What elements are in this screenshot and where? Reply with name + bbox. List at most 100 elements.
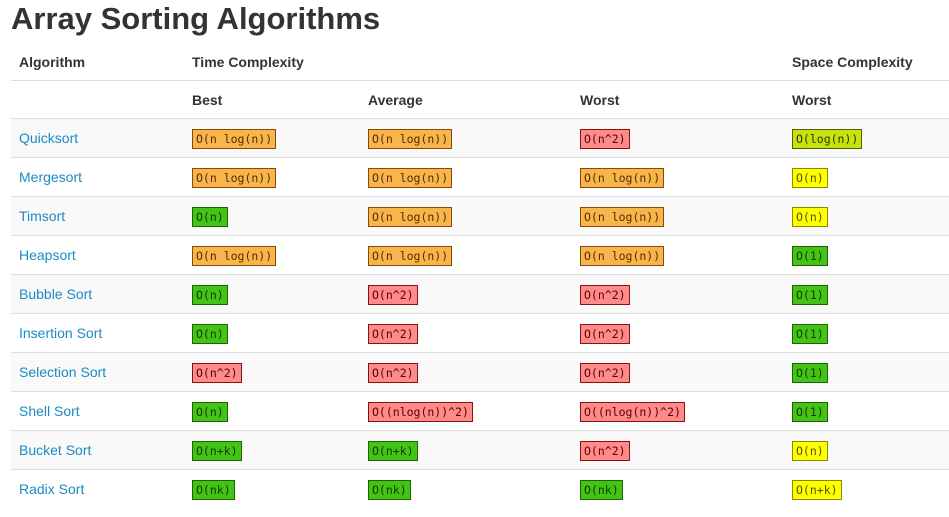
complexity-badge-worst: O(n^2) [580, 362, 630, 383]
complexity-badge-space: O(1) [792, 362, 828, 383]
algorithm-cell: Heapsort [11, 235, 184, 275]
table-row: Insertion Sort O(n) O(n^2) O(n^2) O(1) [11, 313, 949, 353]
space-cell: O(1) [784, 352, 949, 392]
header-time-complexity: Time Complexity [184, 43, 360, 81]
worst-cell: O((nlog(n))^2) [572, 391, 784, 431]
complexity-badge-average: O(nk) [368, 479, 411, 500]
complexity-badge-worst: O(n^2) [580, 284, 630, 305]
complexity-badge-best: O(nk) [192, 479, 235, 500]
average-cell: O(nk) [360, 469, 572, 508]
complexity-badge-average: O((nlog(n))^2) [368, 401, 473, 422]
complexity-badge-average: O(n^2) [368, 362, 418, 383]
space-cell: O(n+k) [784, 469, 949, 508]
complexity-badge-average: O(n log(n)) [368, 128, 453, 149]
complexity-badge-average: O(n log(n)) [368, 245, 453, 266]
average-cell: O(n log(n)) [360, 235, 572, 275]
complexity-badge-average: O(n+k) [368, 440, 418, 461]
best-cell: O(n) [184, 274, 360, 314]
complexity-badge-best: O(n+k) [192, 440, 242, 461]
worst-cell: O(n log(n)) [572, 235, 784, 275]
table-row: Mergesort O(n log(n)) O(n log(n)) O(n log(n… [11, 157, 949, 197]
algorithm-cell: Shell Sort [11, 391, 184, 431]
space-cell: O(n) [784, 196, 949, 236]
algorithm-link[interactable]: Insertion Sort [19, 325, 102, 341]
complexity-badge-best: O(n log(n)) [192, 128, 277, 149]
complexity-badge-average: O(n log(n)) [368, 167, 453, 188]
complexity-badge-space: O(1) [792, 401, 828, 422]
algorithm-link[interactable]: Bubble Sort [19, 286, 92, 302]
page-title: Array Sorting Algorithms [11, 1, 381, 36]
worst-cell: O(n^2) [572, 118, 784, 158]
worst-cell: O(n^2) [572, 352, 784, 392]
space-cell: O(n) [784, 157, 949, 197]
average-cell: O(n^2) [360, 274, 572, 314]
space-cell: O(1) [784, 313, 949, 353]
header-algorithm: Algorithm [11, 43, 184, 81]
best-cell: O(n) [184, 391, 360, 431]
algorithm-link[interactable]: Quicksort [19, 130, 78, 146]
algorithm-link[interactable]: Radix Sort [19, 481, 84, 497]
header-row-primary: Algorithm Time Complexity Space Complexi… [11, 43, 949, 81]
header-best: Best [184, 80, 360, 119]
worst-cell: O(n log(n)) [572, 157, 784, 197]
average-cell: O(n^2) [360, 352, 572, 392]
algorithm-link[interactable]: Bucket Sort [19, 442, 91, 458]
best-cell: O(n^2) [184, 352, 360, 392]
header-empty [572, 43, 784, 81]
complexity-badge-worst: O(n log(n)) [580, 167, 665, 188]
algorithm-link[interactable]: Shell Sort [19, 403, 80, 419]
complexity-badge-worst: O(n^2) [580, 323, 630, 344]
complexity-badge-space: O(log(n)) [792, 128, 863, 149]
best-cell: O(nk) [184, 469, 360, 508]
best-cell: O(n log(n)) [184, 118, 360, 158]
complexity-badge-best: O(n) [192, 323, 228, 344]
table-row: Bubble Sort O(n) O(n^2) O(n^2) O(1) [11, 274, 949, 314]
complexity-badge-space: O(n+k) [792, 479, 842, 500]
complexity-badge-space: O(n) [792, 206, 828, 227]
algorithm-cell: Insertion Sort [11, 313, 184, 353]
algorithm-link[interactable]: Selection Sort [19, 364, 106, 380]
complexity-badge-space: O(1) [792, 245, 828, 266]
complexity-badge-worst: O((nlog(n))^2) [580, 401, 685, 422]
worst-cell: O(n^2) [572, 274, 784, 314]
algorithm-link[interactable]: Heapsort [19, 247, 76, 263]
table-row: Bucket Sort O(n+k) O(n+k) O(n^2) O(n) [11, 430, 949, 470]
worst-cell: O(n^2) [572, 430, 784, 470]
complexity-badge-best: O(n^2) [192, 362, 242, 383]
complexity-badge-average: O(n^2) [368, 284, 418, 305]
complexity-badge-best: O(n) [192, 206, 228, 227]
header-average: Average [360, 80, 572, 119]
space-cell: O(1) [784, 391, 949, 431]
best-cell: O(n log(n)) [184, 235, 360, 275]
complexity-badge-average: O(n log(n)) [368, 206, 453, 227]
table-row: Heapsort O(n log(n)) O(n log(n)) O(n log(n)… [11, 235, 949, 275]
space-cell: O(1) [784, 235, 949, 275]
average-cell: O(n log(n)) [360, 196, 572, 236]
algorithm-cell: Timsort [11, 196, 184, 236]
complexity-badge-space: O(n) [792, 167, 828, 188]
algorithm-link[interactable]: Mergesort [19, 169, 82, 185]
table-row: Selection Sort O(n^2) O(n^2) O(n^2) O(1) [11, 352, 949, 392]
average-cell: O(n log(n)) [360, 157, 572, 197]
space-cell: O(1) [784, 274, 949, 314]
complexity-badge-average: O(n^2) [368, 323, 418, 344]
algorithm-cell: Mergesort [11, 157, 184, 197]
complexity-badge-worst: O(n^2) [580, 128, 630, 149]
header-row-secondary: Best Average Worst Worst [11, 80, 949, 119]
header-space-worst: Worst [784, 80, 949, 119]
best-cell: O(n) [184, 313, 360, 353]
average-cell: O(n^2) [360, 313, 572, 353]
complexity-badge-best: O(n) [192, 284, 228, 305]
complexity-badge-worst: O(nk) [580, 479, 623, 500]
best-cell: O(n+k) [184, 430, 360, 470]
algorithm-cell: Selection Sort [11, 352, 184, 392]
complexity-badge-space: O(n) [792, 440, 828, 461]
complexity-badge-best: O(n) [192, 401, 228, 422]
best-cell: O(n log(n)) [184, 157, 360, 197]
table-body: Quicksort O(n log(n)) O(n log(n)) O(n^2) O(l… [11, 118, 949, 508]
algorithm-cell: Quicksort [11, 118, 184, 158]
algorithm-link[interactable]: Timsort [19, 208, 65, 224]
average-cell: O((nlog(n))^2) [360, 391, 572, 431]
complexity-badge-best: O(n log(n)) [192, 245, 277, 266]
worst-cell: O(n log(n)) [572, 196, 784, 236]
